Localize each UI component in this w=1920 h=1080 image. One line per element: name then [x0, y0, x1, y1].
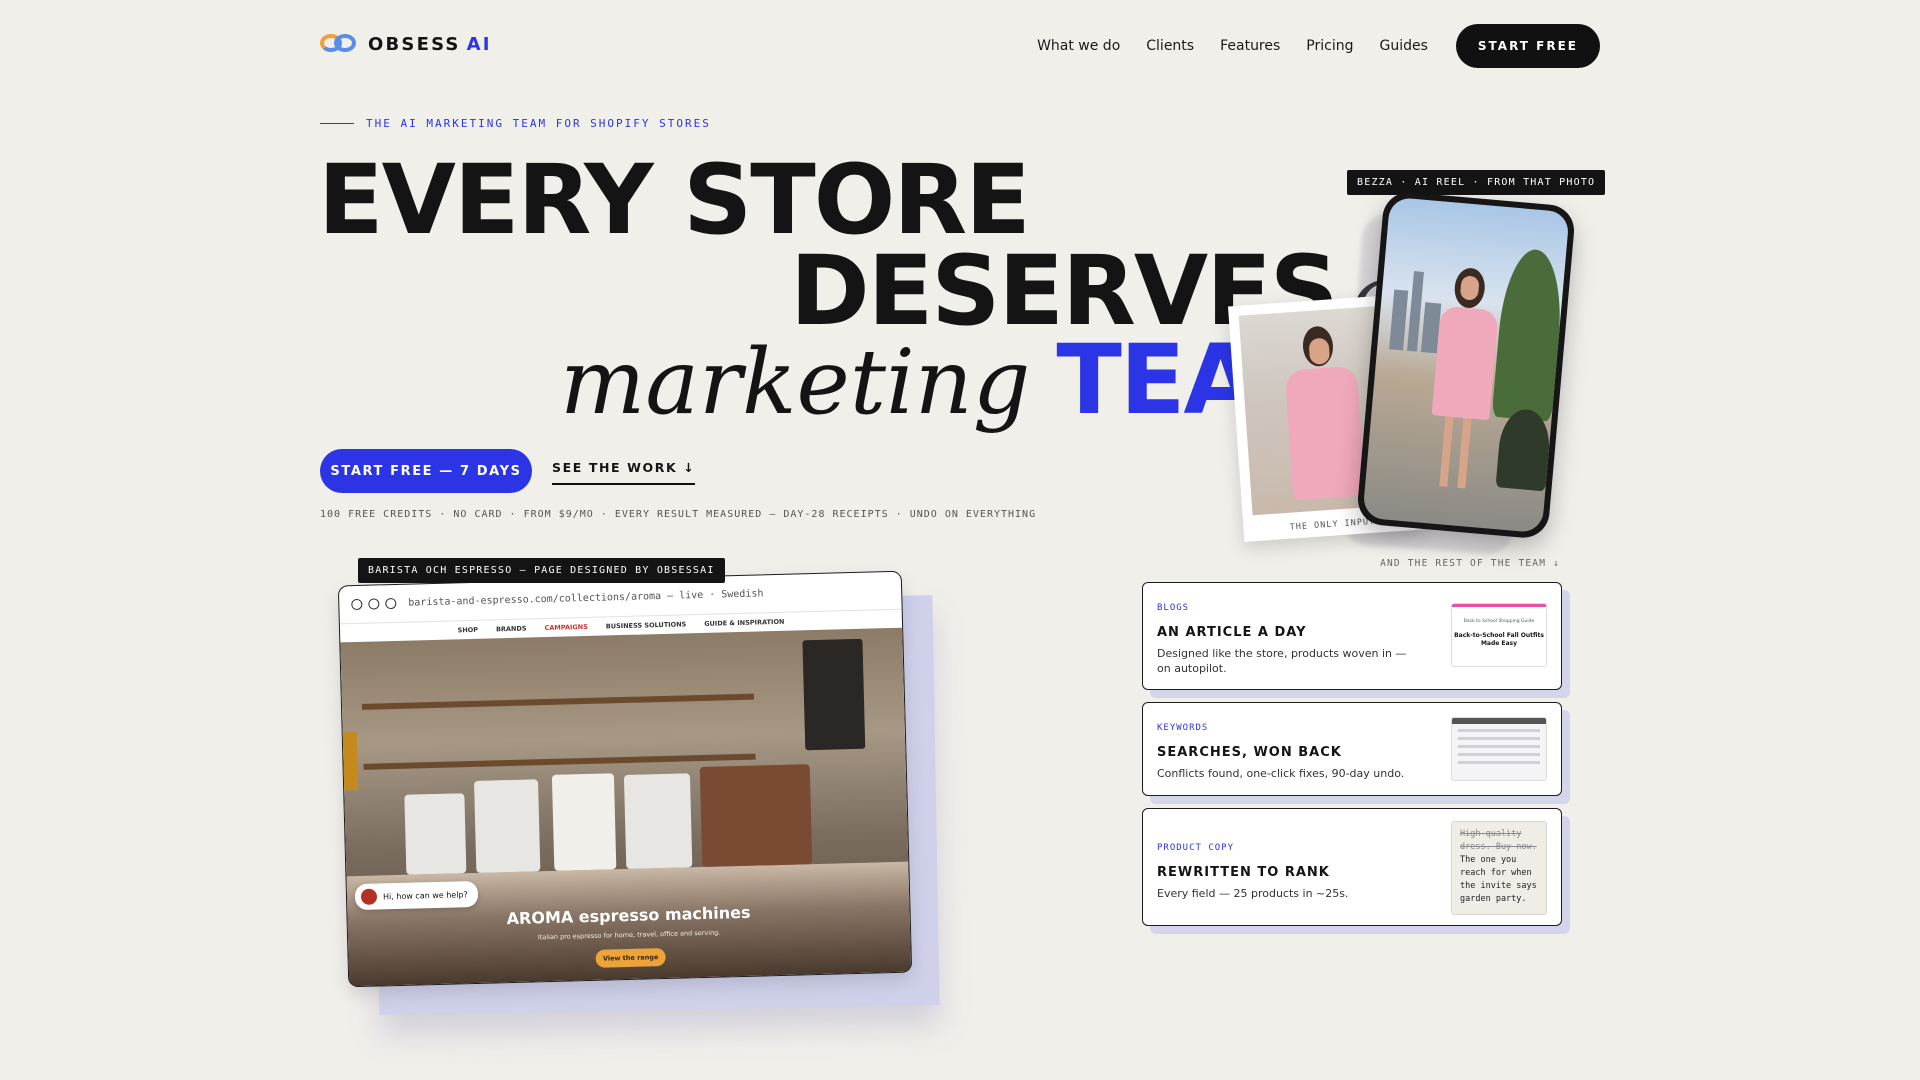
nav-link-pricing[interactable]: Pricing	[1306, 38, 1353, 54]
feature-card-product-copy[interactable]: PRODUCT COPY REWRITTEN TO RANK Every fie…	[1142, 808, 1562, 926]
skyline-building	[1389, 289, 1409, 351]
chat-icon	[360, 888, 378, 905]
chat-text: Hi, how can we help?	[382, 889, 468, 901]
thumb-row	[1458, 729, 1540, 732]
headline-line-1: EVERY STORE	[318, 144, 1031, 256]
feature-card-blogs[interactable]: BLOGS AN ARTICLE A DAY Designed like the…	[1142, 582, 1562, 690]
eyebrow-text: THE AI MARKETING TEAM FOR SHOPIFY STORES	[366, 117, 711, 130]
window-dot-icon	[368, 598, 380, 610]
copy-thumbnail: High-quality dress. Buy now. The one you…	[1451, 821, 1547, 915]
logo[interactable]: OBSESS AI	[320, 32, 492, 56]
see-the-work-link[interactable]: SEE THE WORK ↓	[552, 460, 696, 485]
site-nav-item: BRANDS	[495, 624, 527, 634]
keywords-thumbnail	[1451, 717, 1547, 781]
nav-link-guides[interactable]: Guides	[1380, 38, 1428, 54]
shelf	[361, 693, 754, 710]
thumb-row	[1452, 718, 1546, 724]
thumb-row	[1458, 737, 1540, 740]
card-desc: Designed like the store, products woven …	[1157, 647, 1407, 676]
espresso-machine	[404, 793, 467, 875]
card-desc: Conflicts found, one-click fixes, 90-day…	[1157, 767, 1405, 780]
nav-link-features[interactable]: Features	[1220, 38, 1280, 54]
start-free-trial-button[interactable]: START FREE — 7 DAYS	[320, 449, 532, 493]
logo-text: OBSESS AI	[368, 34, 492, 55]
chat-widget[interactable]: Hi, how can we help?	[354, 880, 479, 911]
eyebrow-rule	[320, 123, 354, 124]
model-face	[1308, 337, 1331, 365]
headline-marketing: marketing	[560, 330, 1031, 435]
phone-mockup[interactable]	[1355, 190, 1577, 540]
discount-side-tab[interactable]	[342, 732, 359, 791]
espresso-machine	[623, 773, 693, 869]
nav-link-clients[interactable]: Clients	[1146, 38, 1194, 54]
brand-suffix: AI	[466, 33, 492, 55]
hero-finetext: 100 FREE CREDITS · NO CARD · FROM $9/MO …	[320, 509, 1037, 520]
model-dress	[1431, 305, 1499, 421]
espresso-hero-image: Hi, how can we help? AROMA espresso mach…	[340, 627, 912, 987]
thumb-row	[1458, 761, 1540, 764]
brand-name: OBSESS	[368, 33, 461, 55]
site-nav-item: CAMPAIGNS	[544, 622, 588, 633]
espresso-machine	[699, 764, 813, 868]
browser-url: barista-and-espresso.com/collections/aro…	[408, 588, 764, 609]
browser-tag: BARISTA OCH ESPRESSO — PAGE DESIGNED BY …	[358, 558, 725, 583]
thumb-row	[1458, 753, 1540, 756]
site-nav-item: BUSINESS SOLUTIONS	[605, 620, 687, 631]
model-dress	[1284, 365, 1366, 501]
thumb-title: Back-to-School Fall Outfits Made Easy	[1454, 632, 1544, 647]
plant	[1491, 247, 1567, 422]
nav-link-what-we-do[interactable]: What we do	[1037, 38, 1120, 54]
start-free-button[interactable]: START FREE	[1455, 24, 1600, 68]
infinity-logo-icon	[320, 32, 356, 56]
old-copy: High-quality dress. Buy now.	[1460, 829, 1537, 852]
espresso-machine	[551, 773, 617, 871]
espresso-machine	[473, 779, 541, 873]
site-nav-item: GUIDE & INSPIRATION	[704, 617, 785, 628]
model-leg	[1457, 417, 1472, 489]
reel-video	[1362, 196, 1570, 534]
browser-mockup[interactable]: barista-and-espresso.com/collections/aro…	[337, 570, 913, 988]
thumb-kicker: Back to School Shopping Guide	[1463, 619, 1535, 624]
rest-of-team-label: AND THE REST OF THE TEAM ↓	[1380, 558, 1560, 569]
new-copy: The one you reach for when the invite sa…	[1460, 854, 1537, 904]
reel-tag: BEZZA · AI REEL · FROM THAT PHOTO	[1347, 170, 1606, 195]
blog-thumbnail: Back to School Shopping Guide Back-to-Sc…	[1451, 603, 1547, 667]
hero-eyebrow: THE AI MARKETING TEAM FOR SHOPIFY STORES	[320, 117, 711, 130]
menu-board	[802, 638, 866, 751]
feature-card-keywords[interactable]: KEYWORDS SEARCHES, WON BACK Conflicts fo…	[1142, 702, 1562, 796]
card-desc: Every field — 25 products in ~25s.	[1157, 887, 1349, 900]
model-leg	[1439, 416, 1454, 487]
site-nav-item: SHOP	[457, 625, 479, 635]
thumb-row	[1458, 745, 1540, 748]
view-range-button[interactable]: View the range	[595, 947, 666, 968]
window-dot-icon	[385, 597, 397, 610]
shelf	[363, 753, 756, 770]
top-nav: What we do Clients Features Pricing Guid…	[1037, 24, 1600, 68]
window-dot-icon	[351, 598, 363, 611]
thumb-accent-bar	[1452, 604, 1546, 607]
